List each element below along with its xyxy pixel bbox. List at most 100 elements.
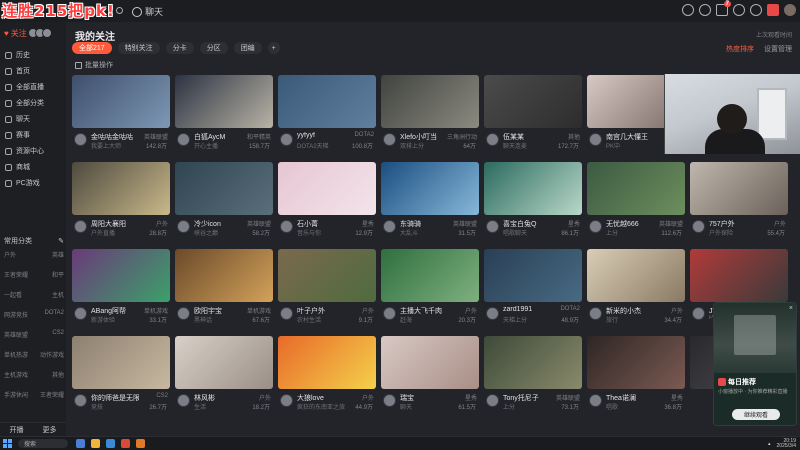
stream-thumbnail[interactable]	[484, 336, 582, 389]
sidebar-item[interactable]: PC游戏	[0, 176, 66, 190]
clock[interactable]: 20:19 2025/3/4	[777, 439, 796, 449]
sidebar-item[interactable]: 资源中心	[0, 144, 66, 158]
streamer-avatar[interactable]	[280, 220, 293, 233]
filter-category[interactable]: 分区	[199, 42, 228, 54]
stream-card[interactable]: 白狐AycM 和平精英 开心主播 158.7万	[175, 75, 273, 161]
streamer-avatar[interactable]	[177, 394, 190, 407]
sidebar-category-link[interactable]: 一起看	[4, 290, 22, 299]
windows-start-icon[interactable]	[3, 439, 12, 448]
stream-thumbnail[interactable]	[381, 75, 479, 128]
stream-card[interactable]: 周阳大襄阳 户外 户外直播 28.8万	[72, 162, 170, 248]
stream-card[interactable]: 伍某某 其他 聊天连麦 172.7万	[484, 75, 582, 161]
taskbar-search[interactable]: 搜索	[18, 439, 68, 448]
stream-card[interactable]: Thea诺澜 星秀 唱歌 36.8万	[587, 336, 685, 422]
stream-card[interactable]: 757户外 户外 户外探险 55.4万	[690, 162, 788, 248]
stream-card[interactable]: 你的师爸是无限流CS2竞技26.7万	[72, 336, 170, 422]
sidebar-category-link[interactable]: 王者荣耀	[4, 270, 28, 279]
stream-card[interactable]: 叶子户外 户外 农村生活 9.1万	[278, 249, 376, 335]
filter-group[interactable]: 团编	[233, 42, 262, 54]
stream-thumbnail[interactable]	[381, 162, 479, 215]
sidebar-category-link[interactable]: 动作游戏	[40, 350, 64, 359]
filter-card[interactable]: 分卡	[165, 42, 194, 54]
sidebar-category-link[interactable]: 主机游戏	[4, 370, 28, 379]
stream-thumbnail[interactable]	[484, 75, 582, 128]
sidebar-follow[interactable]: ♥ 关注	[4, 28, 27, 39]
stream-thumbnail[interactable]	[484, 162, 582, 215]
stream-thumbnail[interactable]	[587, 249, 685, 302]
gift-icon[interactable]	[767, 4, 779, 16]
stream-thumbnail[interactable]	[72, 75, 170, 128]
streamer-avatar[interactable]	[177, 307, 190, 320]
stream-thumbnail[interactable]	[175, 249, 273, 302]
stream-card[interactable]: 新米的小杰 户外 旅行 34.4万	[587, 249, 685, 335]
network-icon[interactable]: ▴	[768, 441, 771, 447]
sidebar-item[interactable]: 首页	[0, 64, 66, 78]
heart-icon[interactable]	[699, 4, 711, 16]
stream-thumbnail[interactable]	[278, 162, 376, 215]
sidebar-item[interactable]: 全部直播	[0, 80, 66, 94]
sidebar-category-link[interactable]: 户外	[4, 250, 16, 259]
user-avatar[interactable]	[784, 4, 796, 16]
streamer-avatar[interactable]	[589, 307, 602, 320]
stream-thumbnail[interactable]	[72, 162, 170, 215]
streamer-name[interactable]: zard1991	[503, 306, 551, 313]
sidebar-item[interactable]: 聊天	[0, 112, 66, 126]
stream-card[interactable]: Tony托尼子 英雄联盟 上分 73.1万	[484, 336, 582, 422]
sidebar-category-link[interactable]: 王者荣耀	[40, 390, 64, 399]
streamer-avatar[interactable]	[280, 394, 293, 407]
stream-card[interactable]: 冷少icon 英雄联盟 峡谷之巅 58.2万	[175, 162, 273, 248]
history-icon[interactable]	[682, 4, 694, 16]
settings-icon[interactable]	[750, 4, 762, 16]
stream-card[interactable]: yyfyyf DOTA2 DOTA2天梯 100.8万	[278, 75, 376, 161]
edge-icon[interactable]	[106, 439, 115, 448]
stream-card[interactable]: 石小菁 星秀 音乐与你 12.9万	[278, 162, 376, 248]
sidebar-category-link[interactable]: 其他	[52, 370, 64, 379]
stream-thumbnail[interactable]	[278, 249, 376, 302]
streamer-avatar[interactable]	[74, 307, 87, 320]
sidebar-category-link[interactable]: DOTA2	[44, 310, 64, 319]
add-filter-button[interactable]: +	[267, 42, 280, 54]
sidebar-category-link[interactable]: 主机	[52, 290, 64, 299]
streamer-avatar[interactable]	[74, 220, 87, 233]
stream-thumbnail[interactable]	[72, 249, 170, 302]
stream-thumbnail[interactable]	[587, 336, 685, 389]
stream-thumbnail[interactable]	[278, 75, 376, 128]
folder-icon[interactable]	[91, 439, 100, 448]
streamer-avatar[interactable]	[486, 133, 499, 146]
mini-player-popup[interactable]: × 每日推荐 小窗播放中 · 为你推荐精彩直播 继续观看	[713, 302, 797, 426]
batch-operation-button[interactable]: 批量操作	[75, 60, 113, 70]
stream-card[interactable]: 主播大飞千肉 户外 赶海 20.3万	[381, 249, 479, 335]
sidebar-category-link[interactable]: 英雄联盟	[4, 330, 28, 339]
streamer-avatar[interactable]	[74, 394, 87, 407]
stream-thumbnail[interactable]	[175, 75, 273, 128]
sidebar-category-link[interactable]: 单机热游	[4, 350, 28, 359]
stream-card[interactable]: 大狼love 户外 疯狂的东南亚之旅 44.9万	[278, 336, 376, 422]
sidebar-item[interactable]: 全部分类	[0, 96, 66, 110]
streamer-avatar[interactable]	[589, 394, 602, 407]
sidebar-category-link[interactable]: 网游竞技	[4, 310, 28, 319]
stream-card[interactable]: Xlefo小叮当 三角洲行动 双排上分 64万	[381, 75, 479, 161]
streamer-avatar[interactable]	[589, 220, 602, 233]
stream-card[interactable]: 金咕咕金咕咕 英雄联盟 我要上大师 142.8万	[72, 75, 170, 161]
browser-icon[interactable]	[76, 439, 85, 448]
go-live-button[interactable]: 开播	[10, 425, 24, 435]
sidebar-follow-row[interactable]: ♥ 关注	[0, 25, 66, 41]
stream-card[interactable]: 林风彬 户外 生活 18.2万	[175, 336, 273, 422]
streamer-avatar[interactable]	[486, 307, 499, 320]
app-icon[interactable]	[121, 439, 130, 448]
streamer-avatar[interactable]	[383, 220, 396, 233]
sidebar-item[interactable]: 赛事	[0, 128, 66, 142]
streamer-avatar[interactable]	[383, 133, 396, 146]
streamer-avatar[interactable]	[280, 307, 293, 320]
streamer-avatar[interactable]	[486, 394, 499, 407]
sidebar-item[interactable]: 商城	[0, 160, 66, 174]
streamer-avatar[interactable]	[486, 220, 499, 233]
filter-all[interactable]: 全部217	[72, 42, 112, 54]
stream-thumbnail[interactable]	[381, 249, 479, 302]
streamer-avatar[interactable]	[692, 307, 705, 320]
popup-preview[interactable]	[714, 303, 796, 373]
sidebar-category-link[interactable]: CS2	[52, 330, 64, 339]
stream-thumbnail[interactable]	[690, 162, 788, 215]
manage-settings-button[interactable]: 设置管理	[764, 44, 792, 54]
sort-by-heat-button[interactable]: 热度排序	[726, 44, 754, 54]
